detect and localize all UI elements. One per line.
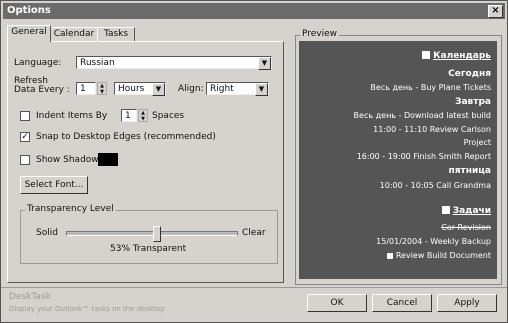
preview-friday-item: 10:00 - 10:05 Call Grandma: [379, 181, 491, 190]
chevron-down-icon: ▼: [258, 57, 271, 70]
snap-checkbox[interactable]: ✓: [20, 132, 30, 142]
preview-tasks-heading: Задачи: [441, 206, 491, 216]
refresh-spinner[interactable]: ▲ ▼: [97, 82, 107, 95]
refresh-unit-value: Hours: [118, 84, 145, 94]
shadow-label: Show Shadow: [36, 155, 99, 165]
refresh-unit-select[interactable]: Hours ▼: [114, 82, 166, 96]
ok-button[interactable]: OK: [307, 294, 367, 312]
chevron-down-icon: ▼: [255, 83, 268, 96]
options-dialog: Options × General Calendar Tasks Languag…: [0, 0, 508, 323]
preview-task1: Car Revision: [441, 223, 491, 232]
checkmark-icon: ✓: [21, 132, 29, 142]
preview-today: Сегодня: [448, 69, 491, 79]
tab-calendar[interactable]: Calendar: [50, 27, 98, 42]
general-panel: Language: Russian ▼ Refresh Data Every :…: [7, 41, 284, 283]
close-button[interactable]: ×: [488, 5, 503, 18]
language-value: Russian: [80, 58, 115, 68]
calendar-icon: [422, 51, 431, 59]
transparency-group: [20, 210, 278, 264]
reminder-icon: [386, 253, 393, 259]
preview-tasks-title: Задачи: [452, 206, 491, 216]
language-select[interactable]: Russian ▼: [76, 56, 272, 70]
preview-friday: пятница: [448, 166, 491, 176]
tab-general[interactable]: General: [7, 25, 51, 42]
snap-label: Snap to Desktop Edges (recommended): [36, 132, 216, 142]
transparency-slider-thumb[interactable]: [153, 226, 162, 242]
preview-tomorrow-item3: 16:00 - 19:00 Finish Smith Report: [356, 152, 491, 161]
close-icon: ×: [491, 5, 500, 16]
indent-input[interactable]: 1: [121, 109, 137, 122]
preview-task2: 15/01/2004 - Weekly Backup: [376, 237, 491, 246]
app-tagline: Display your Outlook™ tasks on the deskt…: [9, 305, 165, 313]
app-name: DeskTask: [9, 292, 51, 302]
transparency-group-label: Transparency Level: [25, 204, 116, 214]
cancel-button[interactable]: Cancel: [372, 294, 432, 312]
preview-calendar-title: Календарь: [433, 51, 491, 61]
title-bar: Options ×: [3, 3, 505, 19]
align-select[interactable]: Right ▼: [206, 82, 269, 96]
align-label: Align:: [178, 84, 204, 94]
preview-task3: Review Build Document: [386, 251, 491, 260]
preview-tomorrow-item2: 11:00 - 11:10 Review Carlson: [373, 125, 491, 134]
indent-value: 1: [125, 111, 131, 121]
shadow-color-swatch[interactable]: [98, 153, 118, 166]
tab-tasks[interactable]: Tasks: [97, 27, 135, 42]
indent-unit: Spaces: [152, 111, 185, 121]
select-font-button[interactable]: Select Font...: [20, 176, 88, 194]
indent-spinner[interactable]: ▲ ▼: [138, 109, 148, 122]
window-title: Options: [7, 5, 51, 16]
language-label: Language:: [14, 58, 62, 68]
transparency-slider-track[interactable]: [66, 231, 238, 236]
shadow-checkbox[interactable]: [20, 155, 30, 165]
spin-down-icon: ▼: [141, 116, 145, 122]
indent-checkbox[interactable]: [20, 111, 30, 121]
align-value: Right: [210, 84, 234, 94]
footer-divider: [1, 287, 507, 288]
refresh-label-line2: Data Every :: [14, 85, 70, 95]
transparency-value-text: 53% Transparent: [110, 244, 187, 254]
chevron-down-icon: ▼: [152, 83, 165, 96]
preview-tomorrow-item2-cont: Project: [463, 138, 491, 147]
preview-tomorrow: Завтра: [455, 97, 491, 107]
apply-button[interactable]: Apply: [437, 294, 497, 312]
preview-label: Preview: [300, 29, 340, 39]
solid-label: Solid: [36, 228, 58, 238]
preview-panel: Календарь Сегодня Весь день - Buy Plane …: [299, 41, 497, 279]
preview-tomorrow-item: Весь день - Download latest build: [353, 111, 491, 120]
refresh-interval-input[interactable]: 1: [76, 82, 96, 95]
tasks-icon: [441, 206, 450, 214]
refresh-value: 1: [80, 84, 86, 94]
preview-calendar-heading: Календарь: [422, 51, 491, 61]
indent-label: Indent Items By: [36, 111, 108, 121]
preview-today-item: Весь день - Buy Plane Tickets: [370, 83, 491, 92]
preview-task3-label: Review Build Document: [395, 251, 491, 260]
spin-down-icon: ▼: [100, 89, 104, 95]
clear-label: Clear: [242, 228, 266, 238]
